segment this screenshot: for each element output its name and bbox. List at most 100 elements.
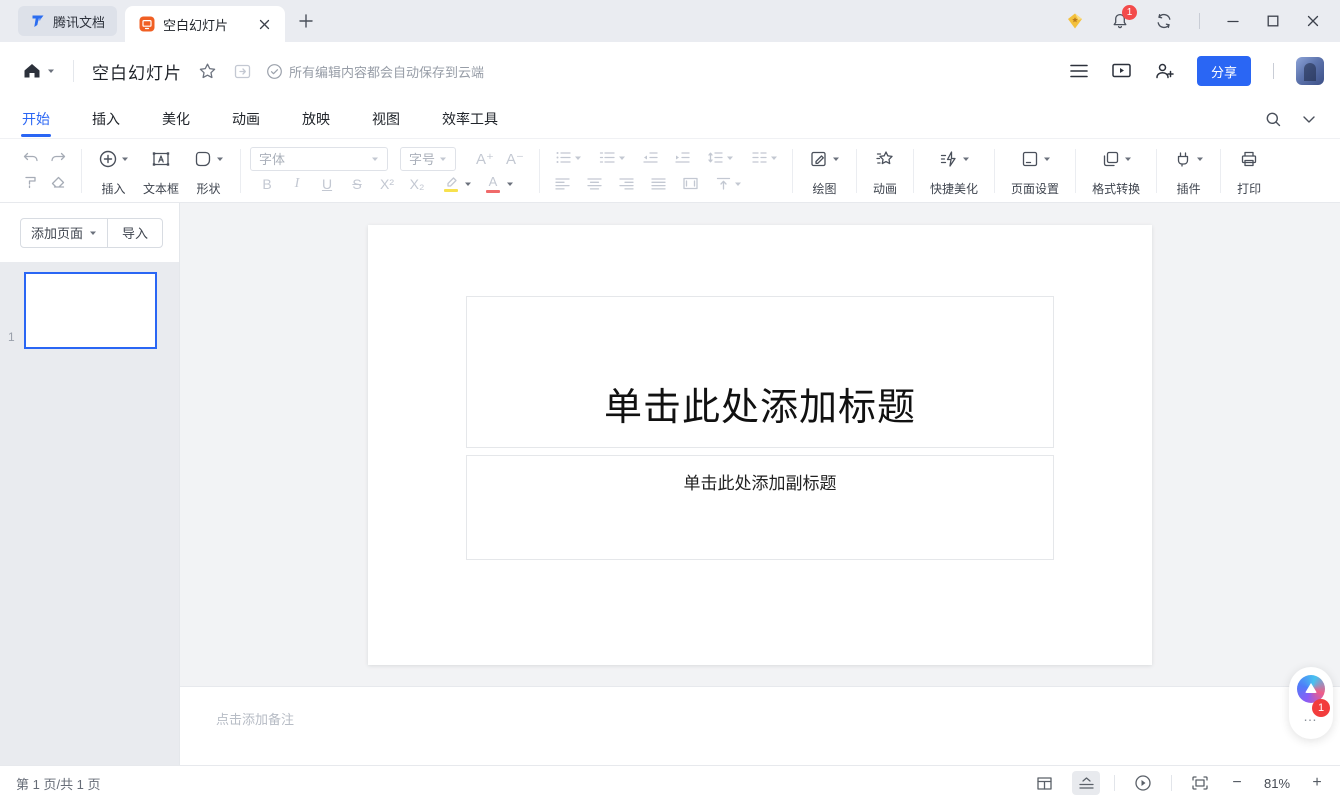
tab-animation[interactable]: 动画 [222, 100, 270, 139]
zoom-out-button[interactable]: − [1228, 774, 1246, 792]
status-bar-controls: − 81% + [1030, 771, 1326, 795]
star-favorite-icon[interactable] [198, 62, 217, 81]
title-placeholder[interactable]: 单击此处添加标题 [466, 296, 1054, 448]
chevron-down-icon [89, 230, 97, 236]
fit-to-screen-button[interactable] [1186, 771, 1214, 795]
highlight-color-button[interactable] [440, 173, 472, 195]
plugin-button[interactable]: 插件 [1166, 146, 1211, 196]
line-spacing-button[interactable] [701, 147, 739, 169]
sync-icon[interactable] [1155, 12, 1173, 30]
decrease-font-button[interactable]: A⁻ [500, 148, 530, 170]
textbox-icon [151, 149, 171, 169]
format-convert-button[interactable]: 格式转换 [1085, 146, 1147, 196]
divider [994, 149, 995, 193]
slide-thumbnail[interactable] [24, 272, 157, 349]
add-page-button[interactable]: 添加页面 [21, 219, 107, 247]
chevron-down-icon [1124, 156, 1132, 162]
divider [1075, 149, 1076, 193]
columns-button[interactable] [745, 147, 783, 169]
redo-button[interactable] [45, 148, 71, 170]
subtitle-placeholder[interactable]: 单击此处添加副标题 [466, 455, 1054, 560]
tab-start[interactable]: 开始 [12, 100, 60, 139]
chevron-down-icon [371, 156, 379, 162]
font-group: 字体 字号 A⁺ A⁻ B I U S X² X₂ [250, 147, 530, 195]
align-center-button[interactable] [581, 173, 607, 195]
move-to-folder-icon[interactable] [233, 62, 252, 81]
increase-indent-button[interactable] [669, 147, 695, 169]
plugin-label: 插件 [1177, 182, 1201, 196]
tab-current-doc[interactable]: 空白幻灯片 [125, 6, 285, 42]
draw-button[interactable]: 绘图 [802, 146, 847, 196]
new-tab-button[interactable] [293, 8, 319, 34]
avatar[interactable] [1296, 57, 1324, 85]
close-window-button[interactable] [1306, 14, 1320, 28]
notification-badge: 1 [1122, 5, 1137, 20]
numbered-list-button[interactable] [593, 147, 631, 169]
present-icon[interactable] [1111, 62, 1132, 80]
tab-slideshow[interactable]: 放映 [292, 100, 340, 139]
add-collaborator-icon[interactable] [1154, 62, 1175, 80]
vertical-align-button[interactable] [709, 173, 747, 195]
notes-area[interactable]: 点击添加备注 [180, 686, 1340, 765]
underline-button[interactable]: U [312, 173, 342, 195]
strikethrough-button[interactable]: S [342, 173, 372, 195]
minimize-button[interactable] [1226, 14, 1240, 28]
zoom-in-button[interactable]: + [1308, 774, 1326, 792]
close-tab-icon[interactable] [255, 15, 273, 33]
font-color-button[interactable]: A [482, 173, 514, 195]
shape-button[interactable]: 形状 [186, 146, 231, 196]
insert-button[interactable]: 插入 [91, 146, 136, 196]
home-button[interactable] [22, 62, 55, 80]
add-page-label: 添加页面 [31, 223, 83, 242]
chevron-down-icon [464, 181, 472, 187]
text-box-margins-button[interactable] [677, 173, 703, 195]
font-family-select[interactable]: 字体 [250, 147, 388, 171]
tab-beautify[interactable]: 美化 [152, 100, 200, 139]
vip-gem-icon[interactable] [1065, 12, 1085, 30]
tab-efficiency-tools[interactable]: 效率工具 [432, 100, 508, 139]
tab-tencent-docs[interactable]: 腾讯文档 [18, 6, 117, 36]
font-size-select[interactable]: 字号 [400, 147, 456, 171]
share-button[interactable]: 分享 [1197, 56, 1251, 86]
align-right-button[interactable] [613, 173, 639, 195]
notifications-button[interactable]: 1 [1111, 12, 1129, 30]
bullet-list-button[interactable] [549, 147, 587, 169]
tab-insert[interactable]: 插入 [82, 100, 130, 139]
print-button[interactable]: 打印 [1230, 146, 1268, 196]
quick-beautify-button[interactable]: 快捷美化 [923, 146, 985, 196]
align-justify-button[interactable] [645, 173, 671, 195]
format-painter-button[interactable] [17, 172, 43, 194]
bold-button[interactable]: B [252, 173, 282, 195]
decrease-indent-button[interactable] [637, 147, 663, 169]
textbox-button[interactable]: 文本框 [136, 146, 186, 196]
search-icon[interactable] [1265, 111, 1282, 128]
notes-panel-toggle[interactable] [1072, 771, 1100, 795]
chevron-down-icon [1043, 156, 1051, 162]
animation-button[interactable]: 动画 [866, 146, 904, 196]
import-button[interactable]: 导入 [107, 219, 162, 247]
subscript-button[interactable]: X₂ [402, 173, 432, 195]
layout-view-button[interactable] [1030, 771, 1058, 795]
check-circle-icon [266, 63, 283, 80]
plugin-icon [1173, 149, 1193, 169]
tab-doc-label: 空白幻灯片 [163, 15, 247, 34]
play-slideshow-button[interactable] [1129, 771, 1157, 795]
increase-font-button[interactable]: A⁺ [470, 148, 500, 170]
editor-canvas: 单击此处添加标题 单击此处添加副标题 [180, 203, 1340, 686]
clear-format-button[interactable] [45, 172, 71, 194]
maximize-button[interactable] [1266, 14, 1280, 28]
menu-hamburger-icon[interactable] [1069, 63, 1089, 79]
page-setup-icon [1020, 149, 1040, 169]
page-setup-button[interactable]: 页面设置 [1004, 146, 1066, 196]
align-left-button[interactable] [549, 173, 575, 195]
print-label: 打印 [1237, 182, 1261, 196]
highlight-color-bar [444, 189, 458, 192]
superscript-button[interactable]: X² [372, 173, 402, 195]
chevron-down-icon [832, 156, 840, 162]
undo-button[interactable] [17, 148, 43, 170]
page-setup-label: 页面设置 [1011, 182, 1059, 196]
zoom-level[interactable]: 81% [1260, 776, 1294, 791]
collapse-toolbar-icon[interactable] [1302, 115, 1316, 124]
tab-view[interactable]: 视图 [362, 100, 410, 139]
italic-button[interactable]: I [282, 173, 312, 195]
